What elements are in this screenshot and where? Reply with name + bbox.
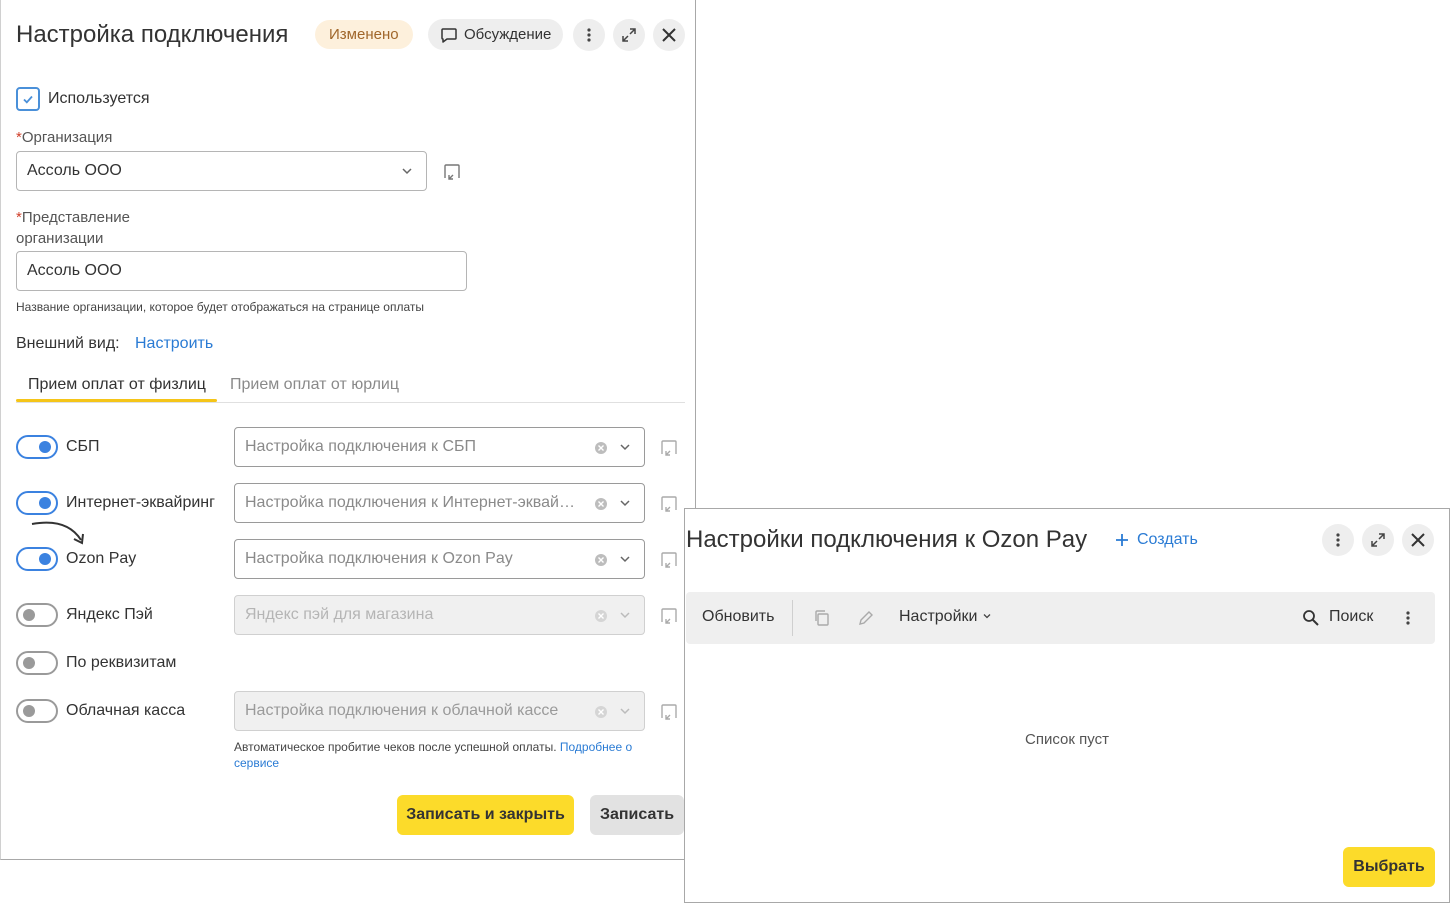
- discussion-button[interactable]: Обсуждение: [428, 19, 564, 50]
- internet-acquiring-label: Интернет-эквайринг: [66, 494, 215, 511]
- open-link-icon[interactable]: [658, 549, 680, 571]
- select-button[interactable]: Выбрать: [1343, 847, 1435, 887]
- close-button[interactable]: [1402, 524, 1434, 556]
- toggle-internet-acquiring[interactable]: [16, 491, 58, 515]
- org-representation-label: *Представление организации: [16, 209, 131, 247]
- yandex-pay-placeholder: Яндекс пэй для магазина: [245, 606, 434, 623]
- edit-pencil-icon[interactable]: [856, 608, 876, 628]
- more-menu-button[interactable]: [573, 19, 605, 51]
- status-badge: Изменено: [315, 20, 413, 49]
- organization-value: Ассоль ООО: [27, 162, 122, 179]
- open-link-icon[interactable]: [658, 437, 680, 459]
- toggle-ozon-pay[interactable]: [16, 547, 58, 571]
- more-vertical-icon[interactable]: [1400, 610, 1416, 626]
- sbp-label: СБП: [66, 438, 100, 455]
- list-toolbar: Обновить Настройки Поиск: [686, 592, 1435, 644]
- chevron-down-icon: [983, 614, 991, 619]
- toggle-yandex-pay[interactable]: [16, 603, 58, 627]
- ozon-pay-label: Ozon Pay: [66, 550, 137, 567]
- search-icon[interactable]: [1302, 609, 1320, 627]
- org-representation-value: Ассоль ООО: [27, 262, 122, 279]
- internet-acquiring-select[interactable]: Настройка подключения к Интернет-эквай…: [234, 483, 645, 523]
- plus-icon: [1116, 534, 1128, 546]
- appearance-configure-link[interactable]: Настроить: [135, 333, 213, 354]
- close-icon: [1411, 533, 1425, 547]
- check-icon: [23, 95, 33, 104]
- settings-label: Настройки: [899, 608, 978, 625]
- expand-button[interactable]: [1362, 524, 1394, 556]
- clear-icon: [595, 706, 607, 718]
- empty-list-message: Список пуст: [1025, 731, 1109, 748]
- tab-legal-entities[interactable]: Прием оплат от юрлиц: [230, 376, 399, 394]
- cloud-cashbox-hint: Автоматическое пробитие чеков после успе…: [234, 739, 654, 771]
- appearance-label: Внешний вид:: [16, 335, 120, 352]
- chevron-down-icon: [620, 708, 630, 715]
- clear-icon: [595, 610, 607, 622]
- cloud-cashbox-placeholder: Настройка подключения к облачной кассе: [245, 702, 559, 719]
- expand-icon: [1371, 533, 1385, 547]
- save-button[interactable]: Записать: [590, 795, 684, 835]
- ozon-pay-placeholder: Настройка подключения к Ozon Pay: [245, 550, 513, 567]
- open-link-icon[interactable]: [658, 701, 680, 723]
- open-link-icon[interactable]: [658, 605, 680, 627]
- org-representation-input[interactable]: Ассоль ООО: [16, 251, 467, 291]
- ozon-pay-settings-list-window: Настройки подключения к Ozon Pay Создать…: [684, 508, 1450, 903]
- expand-icon: [622, 28, 636, 42]
- payment-tabs: Прием оплат от физлиц Прием оплат от юрл…: [16, 372, 685, 403]
- discussion-label: Обсуждение: [464, 26, 552, 43]
- toggle-by-details[interactable]: [16, 651, 58, 675]
- chevron-down-icon[interactable]: [400, 164, 414, 178]
- yandex-pay-label: Яндекс Пэй: [66, 606, 153, 623]
- more-menu-button[interactable]: [1322, 524, 1354, 556]
- window-title: Настройка подключения: [16, 21, 289, 48]
- clear-icon[interactable]: [594, 497, 608, 511]
- more-vertical-icon: [1336, 533, 1340, 547]
- create-button[interactable]: Создать: [1115, 531, 1198, 549]
- expand-button[interactable]: [613, 19, 645, 51]
- toggle-sbp[interactable]: [16, 435, 58, 459]
- organization-select[interactable]: Ассоль ООО: [16, 151, 427, 191]
- open-link-icon[interactable]: [441, 161, 463, 183]
- toggle-cloud-cashbox[interactable]: [16, 699, 58, 723]
- search-button[interactable]: Поиск: [1329, 608, 1373, 626]
- copy-icon[interactable]: [812, 608, 832, 628]
- cloud-cashbox-select: Настройка подключения к облачной кассе: [234, 691, 645, 731]
- clear-icon[interactable]: [594, 441, 608, 455]
- more-about-service-link[interactable]: Подробнее о: [560, 740, 632, 754]
- active-tab-indicator: [16, 399, 217, 402]
- create-label: Создать: [1137, 531, 1198, 548]
- sbp-connection-select[interactable]: Настройка подключения к СБП: [234, 427, 645, 467]
- clear-icon[interactable]: [594, 553, 608, 567]
- settings-dropdown[interactable]: Настройки: [899, 608, 992, 626]
- org-representation-hint: Название организации, которое будет отоб…: [16, 300, 424, 314]
- tab-individuals[interactable]: Прием оплат от физлиц: [28, 376, 206, 394]
- connection-settings-window: Настройка подключения Изменено Обсуждени…: [0, 0, 696, 860]
- internet-acquiring-placeholder: Настройка подключения к Интернет-эквай…: [245, 494, 575, 511]
- chevron-down-icon[interactable]: [618, 440, 632, 454]
- annotation-arrow-icon: [31, 521, 84, 545]
- cloud-cashbox-label: Облачная касса: [66, 702, 186, 719]
- open-link-icon[interactable]: [658, 493, 680, 515]
- sbp-placeholder: Настройка подключения к СБП: [245, 438, 477, 455]
- chevron-down-icon[interactable]: [618, 496, 632, 510]
- ozon-pay-select[interactable]: Настройка подключения к Ozon Pay: [234, 539, 645, 579]
- chat-icon: [441, 27, 457, 43]
- yandex-pay-select: Яндекс пэй для магазина: [234, 595, 645, 635]
- toolbar-divider: [792, 600, 793, 636]
- chevron-down-icon: [620, 612, 630, 619]
- cloud-hint-text: Автоматическое пробитие чеков после успе…: [234, 740, 557, 754]
- refresh-button[interactable]: Обновить: [702, 608, 774, 626]
- close-button[interactable]: [653, 19, 685, 51]
- chevron-down-icon[interactable]: [618, 552, 632, 566]
- used-checkbox-label: Используется: [48, 90, 150, 107]
- by-details-label: По реквизитам: [66, 654, 177, 671]
- list-window-title: Настройки подключения к Ozon Pay: [686, 526, 1088, 553]
- close-icon: [662, 28, 676, 42]
- save-and-close-button[interactable]: Записать и закрыть: [397, 795, 574, 835]
- more-vertical-icon: [587, 28, 591, 42]
- more-about-service-link-cont[interactable]: сервисе: [234, 756, 279, 770]
- used-checkbox[interactable]: [16, 87, 40, 111]
- organization-label: *Организация: [16, 129, 113, 146]
